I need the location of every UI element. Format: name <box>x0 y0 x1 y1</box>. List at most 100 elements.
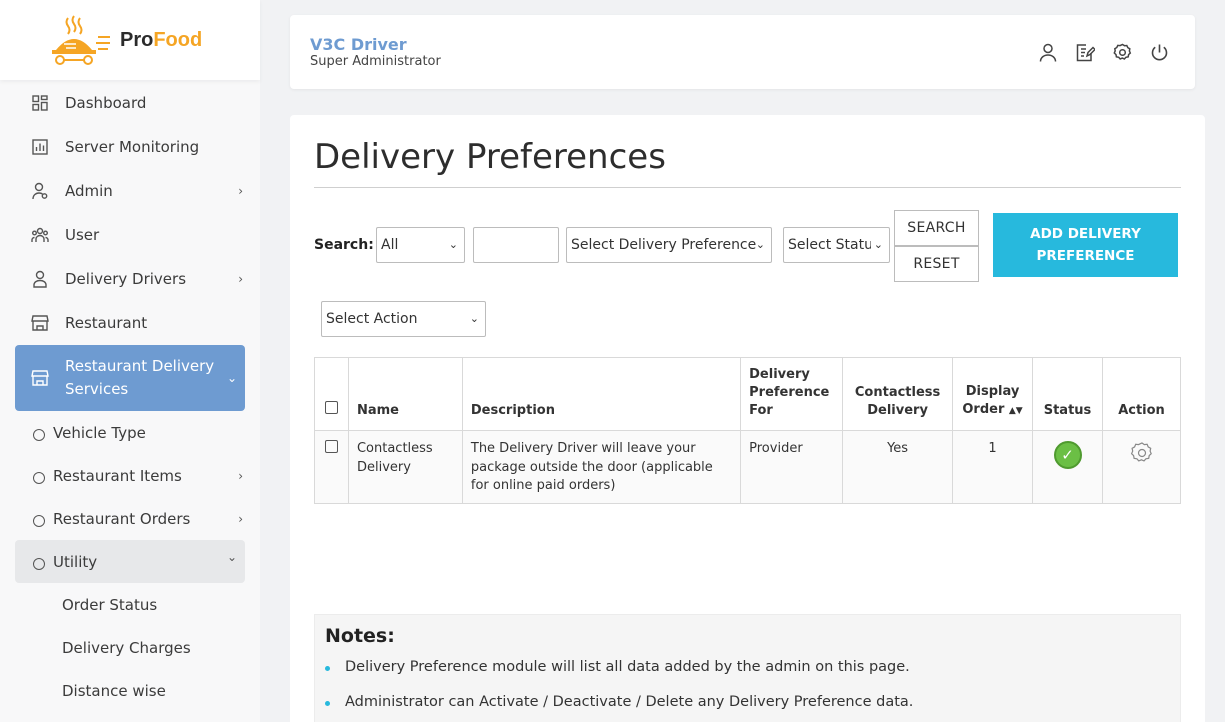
cell-status: ✓ <box>1032 430 1103 504</box>
notes-item: Administrator can Activate / Deactivate … <box>325 694 913 722</box>
settings-icon[interactable] <box>1112 42 1132 62</box>
sidebar-subitem-restaurant-orders[interactable]: Restaurant Orders › <box>15 497 245 540</box>
store-icon <box>31 314 49 332</box>
filter-select[interactable]: All ⌄ <box>376 227 465 263</box>
page-title: Delivery Preferences <box>314 137 666 177</box>
cell-display-order: 1 <box>952 430 1034 504</box>
logo-text-pro: Pro <box>120 28 154 51</box>
preferences-table: Name Description Delivery Preference For… <box>314 357 1181 504</box>
cell-name: Contactless Delivery <box>347 430 463 504</box>
circle-icon <box>33 428 45 441</box>
row-select-cell <box>314 430 349 504</box>
col-contactless: Contactless Delivery <box>842 357 954 431</box>
chevron-down-icon: ⌄ <box>755 238 765 251</box>
store-icon <box>31 369 49 387</box>
logo[interactable]: ProFood <box>0 0 260 80</box>
status-select-value: Select Status <box>788 237 871 253</box>
filter-select-value: All <box>381 237 399 253</box>
circle-icon <box>33 557 45 570</box>
user-name: V3C Driver <box>310 35 407 54</box>
row-checkbox[interactable] <box>324 440 338 453</box>
search-label: Search: <box>314 237 374 253</box>
sidebar-item-label: Server Monitoring <box>65 138 200 156</box>
sidebar-utility-label: Distance wise <box>62 681 166 700</box>
sidebar-utility-label: Delivery Charges <box>62 638 191 657</box>
sidebar-utility-label: Order Status <box>62 595 158 614</box>
status-select[interactable]: Select Status ⌄ <box>783 227 890 263</box>
notes-list: Delivery Preference module will list all… <box>325 659 913 722</box>
sidebar-item-label: Restaurant Delivery Services <box>65 357 215 398</box>
status-active-icon[interactable]: ✓ <box>1053 441 1082 469</box>
delivery-preference-select-value: Select Delivery Preference <box>571 237 757 253</box>
sidebar-item-restaurant-delivery-services[interactable]: Restaurant Delivery Services ⌄ <box>15 345 245 411</box>
sidebar-item-label: Dashboard <box>65 94 147 112</box>
sidebar-nav: Dashboard Server Monitoring Admin › User <box>15 81 245 712</box>
chevron-down-icon: ⌄ <box>448 238 458 251</box>
chevron-right-icon: › <box>238 512 243 526</box>
profile-icon[interactable] <box>1038 42 1058 62</box>
title-divider <box>314 187 1181 188</box>
add-delivery-preference-button[interactable]: ADD DELIVERY PREFERENCE <box>993 213 1178 277</box>
chevron-down-icon: ⌄ <box>469 312 479 325</box>
sort-icon[interactable]: ▲▼ <box>1009 406 1023 416</box>
main-card: Delivery Preferences Search: All ⌄ Selec… <box>290 115 1205 722</box>
user-role: Super Administrator <box>310 54 441 69</box>
sidebar-item-delivery-drivers[interactable]: Delivery Drivers › <box>15 257 245 301</box>
col-status: Status <box>1032 357 1103 431</box>
search-input[interactable] <box>473 227 559 263</box>
cell-description: The Delivery Driver will leave your pack… <box>461 430 742 504</box>
sidebar-utility-order-status[interactable]: Order Status <box>15 583 245 626</box>
sidebar-item-dashboard[interactable]: Dashboard <box>15 81 245 125</box>
chevron-down-icon: ⌄ <box>226 371 237 385</box>
notes-title: Notes: <box>325 625 395 647</box>
sidebar-subitem-vehicle-type[interactable]: Vehicle Type <box>15 411 245 454</box>
search-button[interactable]: SEARCH <box>894 210 979 246</box>
col-name: Name <box>347 357 463 431</box>
sidebar-item-admin[interactable]: Admin › <box>15 169 245 213</box>
circle-icon <box>33 514 45 527</box>
col-display-order[interactable]: Display Order ▲▼ <box>952 357 1034 431</box>
sidebar-item-label: User <box>65 226 100 244</box>
chart-icon <box>31 138 49 156</box>
logo-text: ProFood <box>120 29 202 52</box>
select-all-checkbox[interactable] <box>324 401 338 414</box>
header-icons <box>1038 42 1169 62</box>
notes-panel: Notes: Delivery Preference module will l… <box>314 614 1181 722</box>
cell-preference-for: Provider <box>740 430 844 504</box>
dashboard-icon <box>31 94 49 112</box>
reset-button[interactable]: RESET <box>894 246 979 282</box>
sidebar-item-server-monitoring[interactable]: Server Monitoring <box>15 125 245 169</box>
cell-action <box>1102 430 1181 504</box>
bulk-action-select-value: Select Action <box>326 311 418 327</box>
chevron-right-icon: › <box>238 469 243 483</box>
power-icon[interactable] <box>1149 42 1169 62</box>
sidebar-utility-distance-wise[interactable]: Distance wise <box>15 669 245 712</box>
top-header: V3C Driver Super Administrator <box>290 15 1195 89</box>
sidebar-subitem-restaurant-items[interactable]: Restaurant Items › <box>15 454 245 497</box>
sidebar-item-user[interactable]: User <box>15 213 245 257</box>
table-header-row: Name Description Delivery Preference For… <box>314 357 1181 431</box>
edit-icon[interactable] <box>1075 42 1095 62</box>
chevron-right-icon: › <box>238 272 243 286</box>
col-action: Action <box>1102 357 1181 431</box>
gear-icon[interactable] <box>1130 441 1154 472</box>
sidebar-item-restaurant[interactable]: Restaurant <box>15 301 245 345</box>
delivery-preference-select[interactable]: Select Delivery Preference ⌄ <box>566 227 772 263</box>
sidebar-utility-delivery-charges[interactable]: Delivery Charges <box>15 626 245 669</box>
sidebar: ProFood Dashboard Server Monitoring Admi… <box>0 0 260 722</box>
circle-icon <box>33 471 45 484</box>
select-all-cell <box>314 357 349 431</box>
sidebar-item-label: Admin <box>65 182 113 200</box>
chevron-down-icon: ⌄ <box>226 550 237 564</box>
sidebar-subitem-label: Restaurant Orders <box>53 509 191 528</box>
sidebar-subitem-label: Utility <box>53 552 98 571</box>
driver-icon <box>31 270 49 288</box>
col-description: Description <box>461 357 742 431</box>
notes-item: Delivery Preference module will list all… <box>325 659 913 694</box>
sidebar-subitem-label: Restaurant Items <box>53 466 182 485</box>
sidebar-subitem-utility[interactable]: Utility ⌄ <box>15 540 245 583</box>
bulk-action-select[interactable]: Select Action ⌄ <box>321 301 486 337</box>
sidebar-item-label: Restaurant <box>65 314 148 332</box>
logo-text-food: Food <box>153 28 203 51</box>
chevron-down-icon: ⌄ <box>873 238 883 251</box>
